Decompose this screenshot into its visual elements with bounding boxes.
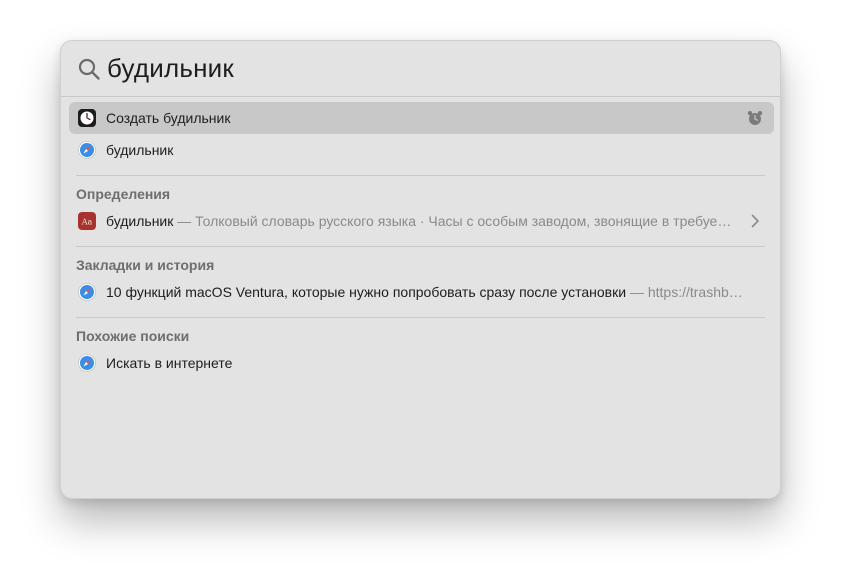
svg-text:Aa: Aa xyxy=(81,218,93,227)
dictionary-icon: Aa xyxy=(78,212,96,230)
safari-icon xyxy=(78,141,96,159)
result-create-alarm[interactable]: Создать будильник xyxy=(69,102,774,134)
spotlight-window: будильник Создать будильник будильник Оп… xyxy=(60,40,781,499)
bookmark-text: 10 функций macOS Ventura, которые нужно … xyxy=(106,276,743,308)
bookmark-url: — https://trashb… xyxy=(629,284,743,300)
result-bookmark[interactable]: 10 функций macOS Ventura, которые нужно … xyxy=(69,276,774,308)
search-icon xyxy=(78,58,100,80)
result-web-search-query[interactable]: будильник xyxy=(69,134,774,166)
result-definition[interactable]: Aa будильник — Толковый словарь русского… xyxy=(69,205,774,237)
section-divider xyxy=(76,317,765,318)
alarm-icon xyxy=(747,111,763,125)
definition-detail: — Толковый словарь русского языка · Часы… xyxy=(177,213,732,229)
search-input[interactable]: будильник xyxy=(107,51,234,85)
section-divider xyxy=(76,246,765,247)
result-label: Создать будильник xyxy=(106,110,231,126)
search-bar[interactable]: будильник xyxy=(61,41,780,97)
section-title-definitions: Определения xyxy=(76,186,171,202)
result-label: будильник xyxy=(106,142,174,158)
safari-icon xyxy=(78,283,96,301)
definition-text: будильник — Толковый словарь русского яз… xyxy=(106,205,731,237)
bookmark-title: 10 функций macOS Ventura, которые нужно … xyxy=(106,284,627,300)
chevron-right-icon[interactable] xyxy=(746,212,764,230)
section-title-bookmarks: Закладки и история xyxy=(76,257,215,273)
section-title-similar: Похожие поиски xyxy=(76,328,190,344)
clock-app-icon xyxy=(78,109,96,127)
safari-icon xyxy=(78,354,96,372)
definition-word: будильник xyxy=(106,213,174,229)
desktop-background: будильник Создать будильник будильник Оп… xyxy=(0,0,841,579)
section-divider xyxy=(76,175,765,176)
result-search-web[interactable]: Искать в интернете xyxy=(69,347,774,379)
result-label: Искать в интернете xyxy=(106,355,233,371)
